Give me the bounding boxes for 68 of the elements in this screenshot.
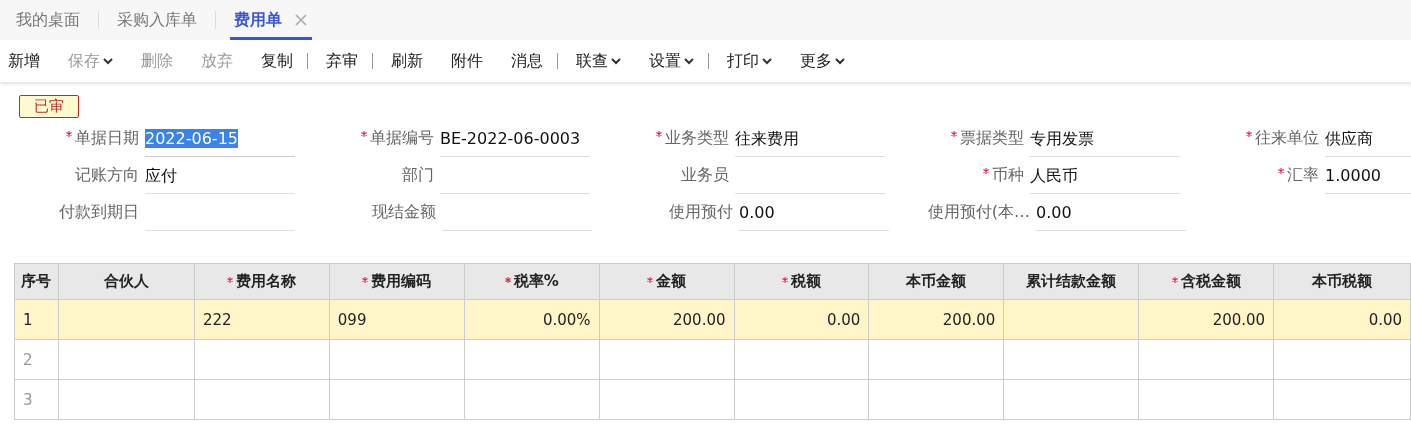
table-cell: 200.00 [869,300,1005,340]
table-cell: 222 [194,300,330,340]
required-asterisk-icon [66,131,72,137]
caret-icon [835,57,845,65]
input-field[interactable]: 人民币 [1030,161,1180,194]
required-asterisk-icon [983,168,989,174]
caret-icon [611,57,621,65]
required-asterisk-icon [1171,276,1178,283]
field-label: 付款到期日 [59,202,139,223]
table-cell: 0.00% [464,300,600,340]
table-cell: 0.00 [734,300,870,340]
toolbar-button[interactable]: 联查 [572,47,625,75]
table-cell: 200.00 [1139,300,1275,340]
table-cell: 200.00 [599,300,735,340]
required-asterisk-icon [1246,131,1252,137]
input-field[interactable]: 应付 [145,161,295,194]
table-cell: 2 [15,340,59,380]
required-asterisk-icon [647,276,654,283]
status-badge: 已审 [19,94,79,118]
field-label: 现结金额 [372,202,436,223]
required-asterisk-icon [362,276,369,283]
field-label: 业务类型 [665,128,729,149]
required-asterisk-icon [1278,168,1284,174]
toolbar-button[interactable]: 消息 [507,47,547,75]
toolbar-button[interactable]: 打印 [723,47,776,75]
field-label: 部门 [402,165,434,186]
input-field[interactable]: BE-2022-06-0003 [440,124,590,157]
toolbar-button[interactable]: 更多 [796,47,849,75]
input-field[interactable]: 往来费用 [735,124,885,157]
field-label: 币种 [992,165,1024,186]
required-asterisk-icon [656,131,662,137]
caret-icon [762,57,772,65]
required-asterisk-icon [951,131,957,137]
table-cell: 099 [329,300,465,340]
toolbar-button[interactable]: 设置 [645,47,698,75]
table-cell: 3 [15,380,59,420]
tab[interactable]: 采购入库单 [113,0,201,40]
input-field[interactable]: 专用发票 [1030,124,1180,157]
field-label: 汇率 [1287,165,1319,186]
required-asterisk-icon [361,131,367,137]
toolbar-button[interactable]: 刷新 [387,47,427,75]
toolbar-button[interactable]: 附件 [447,47,487,75]
input-field[interactable]: 2022-06-15 [145,124,295,157]
required-asterisk-icon [781,276,788,283]
field-label: 票据类型 [960,128,1024,149]
table-cell: 1 [15,300,59,340]
caret-icon [103,57,113,65]
field-label: 业务员 [681,165,729,186]
field-label: 单据日期 [75,128,139,149]
toolbar-button[interactable]: 弃审 [322,47,362,75]
toolbar-button[interactable]: 复制 [257,47,297,75]
toolbar-button[interactable]: 新增 [4,47,44,75]
field-label: 使用预付 [669,202,733,223]
field-label: 往来单位 [1255,128,1319,149]
required-asterisk-icon [504,276,511,283]
table-cell: 0.00 [1274,300,1411,340]
field-label: 记账方向 [75,165,139,186]
close-icon[interactable] [294,13,308,27]
input-field[interactable]: 0.00 [739,198,889,231]
field-label: 使用预付(本… [927,202,1030,223]
input-field[interactable]: 供应商 [1325,124,1411,157]
required-asterisk-icon [227,276,234,283]
tab[interactable]: 我的桌面 [12,0,84,40]
input-field[interactable]: 0.00 [1036,198,1186,231]
field-label: 单据编号 [370,128,434,149]
tab[interactable]: 费用单 [230,0,312,40]
caret-icon [684,57,694,65]
input-field[interactable]: 1.0000 [1325,161,1411,194]
